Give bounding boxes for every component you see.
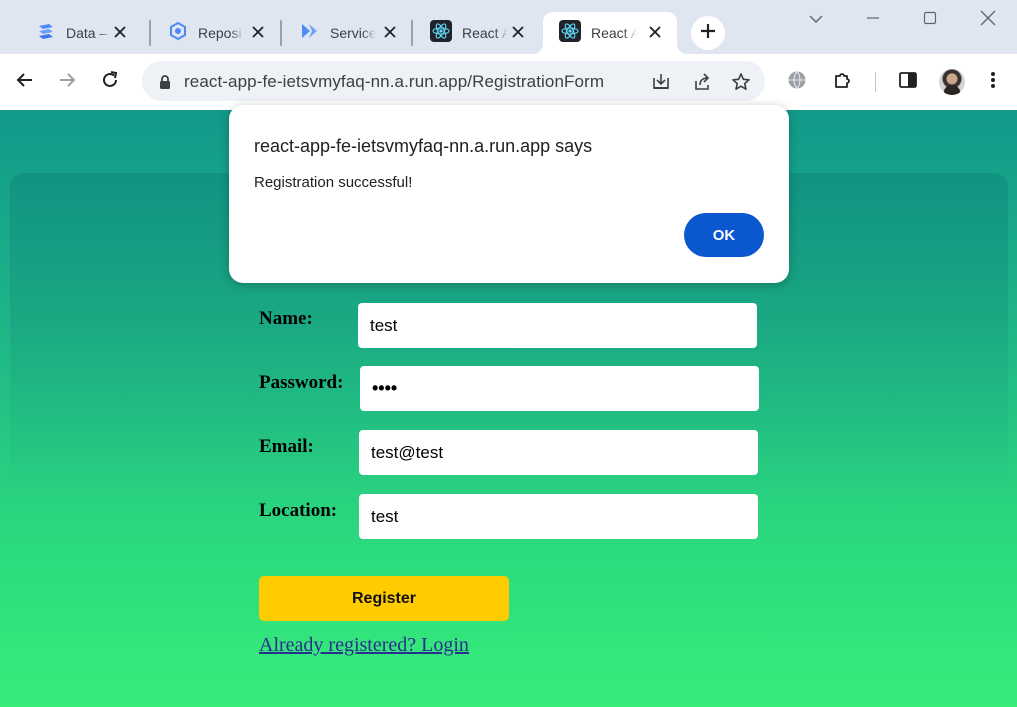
reload-icon bbox=[101, 70, 119, 94]
tab-divider bbox=[411, 20, 413, 46]
extensions-button[interactable] bbox=[829, 68, 857, 96]
email-label: Email: bbox=[259, 436, 314, 457]
browser-toolbar: react-app-fe-ietsvmyfaq-nn.a.run.app/Reg… bbox=[0, 54, 1017, 110]
bookmark-star-icon[interactable] bbox=[730, 71, 752, 93]
chevron-down-icon bbox=[809, 11, 823, 29]
datastream-icon bbox=[36, 21, 56, 46]
tab-title: Service bbox=[330, 25, 376, 41]
side-panel-button[interactable] bbox=[894, 68, 922, 96]
new-tab-button[interactable] bbox=[691, 16, 725, 50]
tab-divider bbox=[280, 20, 282, 46]
close-icon[interactable] bbox=[112, 24, 128, 40]
close-icon bbox=[980, 10, 996, 31]
plus-icon bbox=[700, 23, 716, 44]
email-input[interactable]: test@test bbox=[359, 430, 758, 475]
more-vert-icon bbox=[990, 71, 996, 94]
location-input[interactable]: test bbox=[359, 494, 758, 539]
minimize-button[interactable] bbox=[863, 10, 883, 30]
minimize-icon bbox=[866, 11, 880, 30]
tab-react-app[interactable]: React A bbox=[414, 12, 540, 54]
side-panel-icon bbox=[898, 70, 918, 95]
maximize-icon bbox=[923, 11, 937, 30]
tab-title: Reposi bbox=[198, 25, 242, 41]
password-input[interactable]: •••• bbox=[360, 366, 759, 411]
tab-title: React A bbox=[462, 25, 508, 41]
react-icon bbox=[430, 19, 452, 47]
profile-avatar[interactable] bbox=[939, 69, 965, 95]
arrow-right-icon bbox=[58, 71, 76, 94]
name-input[interactable]: test bbox=[358, 303, 757, 348]
arrow-left-icon bbox=[16, 71, 34, 94]
login-link[interactable]: Already registered? Login bbox=[259, 634, 469, 657]
forward-button[interactable] bbox=[53, 68, 81, 96]
url-text[interactable]: react-app-fe-ietsvmyfaq-nn.a.run.app/Reg… bbox=[184, 72, 604, 92]
close-window-button[interactable] bbox=[978, 10, 998, 30]
tab-repositories[interactable]: Reposi bbox=[152, 12, 280, 54]
dialog-message: Registration successful! bbox=[254, 174, 413, 191]
tab-strip: Data – Reposi Service React A React A bbox=[0, 0, 1017, 54]
address-bar[interactable]: react-app-fe-ietsvmyfaq-nn.a.run.app/Reg… bbox=[142, 61, 765, 101]
alert-dialog: react-app-fe-ietsvmyfaq-nn.a.run.app say… bbox=[229, 105, 789, 283]
back-button[interactable] bbox=[11, 68, 39, 96]
password-label: Password: bbox=[259, 372, 344, 393]
toolbar-divider bbox=[875, 72, 876, 92]
tab-title: Data – bbox=[66, 25, 108, 41]
close-icon[interactable] bbox=[382, 24, 398, 40]
install-app-icon[interactable] bbox=[650, 71, 672, 93]
close-icon[interactable] bbox=[250, 24, 266, 40]
globe-icon bbox=[787, 70, 807, 95]
close-icon[interactable] bbox=[510, 24, 526, 40]
register-button[interactable]: Register bbox=[259, 576, 509, 621]
tab-divider bbox=[149, 20, 151, 46]
extension-globe-button[interactable] bbox=[783, 68, 811, 96]
react-icon bbox=[559, 19, 581, 47]
location-label: Location: bbox=[259, 500, 338, 521]
tab-title: React A bbox=[591, 25, 637, 41]
puzzle-icon bbox=[833, 70, 853, 95]
tab-react-app-active[interactable]: React A bbox=[543, 12, 677, 54]
reload-button[interactable] bbox=[96, 68, 124, 96]
dialog-title: react-app-fe-ietsvmyfaq-nn.a.run.app say… bbox=[254, 136, 593, 156]
tab-search-button[interactable] bbox=[806, 10, 826, 30]
artifact-registry-icon bbox=[168, 21, 188, 46]
close-icon[interactable] bbox=[647, 24, 663, 40]
menu-button[interactable] bbox=[979, 68, 1007, 96]
maximize-button[interactable] bbox=[920, 10, 940, 30]
tab-data[interactable]: Data – bbox=[20, 12, 142, 54]
cloud-run-icon bbox=[300, 21, 320, 46]
ok-button[interactable]: OK bbox=[684, 213, 764, 257]
share-icon[interactable] bbox=[691, 71, 713, 93]
tab-services[interactable]: Service bbox=[284, 12, 412, 54]
name-label: Name: bbox=[259, 308, 313, 329]
lock-icon[interactable] bbox=[154, 71, 176, 93]
